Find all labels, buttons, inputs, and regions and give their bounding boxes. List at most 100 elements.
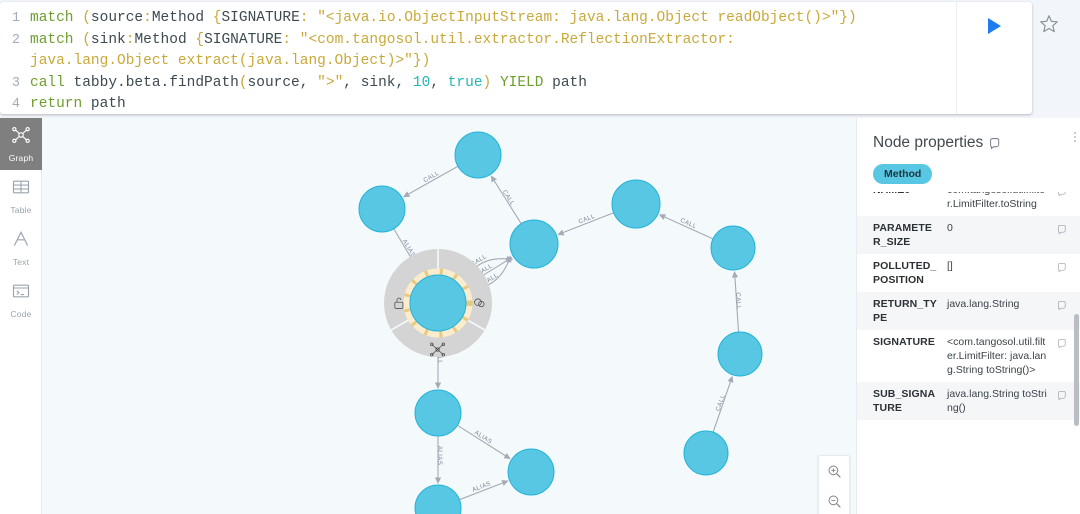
graph-node[interactable] (509, 219, 559, 269)
property-row: POLLUTED_POSITION [] (857, 254, 1080, 292)
zoom-in-button[interactable] (819, 456, 849, 486)
rail-item-label: Code (10, 309, 32, 319)
graph-edge[interactable]: CALL (490, 175, 522, 224)
rail-item-graph[interactable]: Graph (0, 118, 42, 170)
property-key: PARAMETER_SIZE (873, 222, 932, 248)
property-key: SUB_SIGNATURE (873, 388, 936, 414)
favorite-button[interactable] (1038, 13, 1060, 35)
node-properties-panel: Node properties Method NAME0 com.tangosol… (856, 118, 1080, 514)
graph-node[interactable] (358, 185, 406, 233)
graph-node[interactable] (611, 179, 661, 229)
graph-edge[interactable]: CALL (658, 214, 714, 240)
token-punc: } (839, 10, 848, 26)
edge-label: CALL (734, 292, 742, 310)
token-var: source (90, 10, 144, 26)
graph-node[interactable] (710, 225, 756, 271)
code-text: return path (30, 94, 946, 114)
node-circle[interactable] (683, 430, 729, 476)
token-punc: { (195, 31, 205, 48)
token-plain: source (247, 74, 300, 91)
line-number: 4 (11, 97, 20, 112)
code-text: java.lang.Object extract(java.lang.Objec… (30, 51, 946, 73)
property-row: SIGNATURE <com.tangosol.util.filter.Limit… (857, 330, 1080, 382)
rail-item-table[interactable]: Table (0, 170, 42, 222)
graph-edge[interactable]: ALIAS (459, 480, 509, 501)
properties-scrollbar[interactable] (1074, 314, 1079, 426)
table-icon (11, 177, 31, 202)
run-query-button[interactable] (982, 13, 1008, 39)
graph-node[interactable] (414, 389, 462, 437)
graph-node[interactable] (507, 448, 555, 496)
graph-node-selected[interactable] (384, 249, 492, 357)
token-var: sink (90, 31, 126, 48)
node-circle[interactable] (358, 185, 406, 233)
property-key: POLLUTED_POSITION (873, 260, 937, 286)
copy-all-icon[interactable] (989, 137, 1002, 150)
copy-value-icon[interactable] (1057, 192, 1068, 202)
view-mode-rail: Graph Table Text Code (0, 118, 42, 514)
graph-node[interactable] (683, 430, 729, 476)
token-punc: ( (238, 74, 248, 91)
code-text: match (source:Method {SIGNATURE: "<java.… (30, 8, 946, 30)
property-value: com.tangosol.util.filter.LimitFilter.toS… (947, 192, 1045, 210)
token-plain: , (343, 74, 361, 91)
properties-header: Node properties (857, 118, 1080, 152)
node-circle[interactable] (454, 131, 502, 179)
graph-node[interactable] (454, 131, 502, 179)
edge-arrowhead (727, 375, 734, 383)
token-punc: } (412, 53, 422, 69)
browser-result-view: 1 match (source:Method {SIGNATURE: "<java… (0, 0, 1080, 514)
token-plain: , (299, 74, 318, 91)
token-plain: , (395, 74, 413, 91)
property-key: SIGNATURE (873, 336, 935, 348)
panel-overflow-menu[interactable] (1074, 132, 1076, 142)
rail-item-code[interactable]: Code (0, 274, 42, 326)
graph-node[interactable] (414, 484, 462, 514)
token-kw: call (30, 74, 65, 91)
zoom-out-button[interactable] (819, 486, 849, 514)
rail-item-text[interactable]: Text (0, 222, 42, 274)
copy-value-icon[interactable] (1057, 388, 1068, 406)
copy-value-icon[interactable] (1057, 298, 1068, 316)
graph-canvas[interactable]: CALL CALL CALL CALL CALL CALL ALIAS CALL CALL CAL… (42, 118, 856, 514)
token-punc: : (282, 31, 300, 48)
properties-list[interactable]: NAME0 com.tangosol.util.filter.LimitFilte… (857, 192, 1080, 514)
property-value: java.lang.String toString() (947, 388, 1047, 414)
token-kw: YIELD (499, 74, 544, 91)
node-circle[interactable] (414, 389, 462, 437)
token-plain: path (90, 96, 126, 112)
graph-edge[interactable]: ALIAS (457, 424, 511, 460)
text-icon (11, 229, 31, 254)
edge-label: CALL (501, 189, 516, 207)
node-circle[interactable] (611, 179, 661, 229)
node-circle[interactable] (507, 448, 555, 496)
graph-edge[interactable]: CALL (731, 270, 742, 333)
graph-edge[interactable]: CALL (557, 212, 614, 236)
graph-edge[interactable]: ALIAS (434, 435, 443, 484)
edge-path (457, 424, 508, 458)
rail-item-label: Text (12, 257, 30, 267)
code-line: 4 return path (8, 94, 946, 114)
node-circle[interactable] (717, 331, 763, 377)
graph-edge[interactable]: CALL (712, 375, 734, 433)
line-number: 1 (11, 11, 20, 26)
copy-value-icon[interactable] (1057, 222, 1068, 240)
node-circle[interactable] (509, 219, 559, 269)
property-value: 0 (947, 222, 953, 234)
node-circle[interactable] (710, 225, 756, 271)
graph-edge[interactable]: CALL (402, 165, 459, 198)
copy-value-icon[interactable] (1057, 260, 1068, 278)
query-editor-input[interactable]: 1 match (source:Method {SIGNATURE: "<java… (0, 2, 956, 114)
node-circle[interactable] (414, 484, 462, 514)
node-label-chip[interactable]: Method (873, 164, 933, 184)
edge-label: ALIAS (436, 446, 443, 466)
token-punc: ) (848, 10, 857, 26)
copy-value-icon[interactable] (1057, 336, 1068, 354)
node-circle[interactable] (409, 274, 467, 332)
graph-icon (11, 125, 31, 150)
graph-node[interactable] (717, 331, 763, 377)
edge-arrowhead (731, 270, 739, 278)
